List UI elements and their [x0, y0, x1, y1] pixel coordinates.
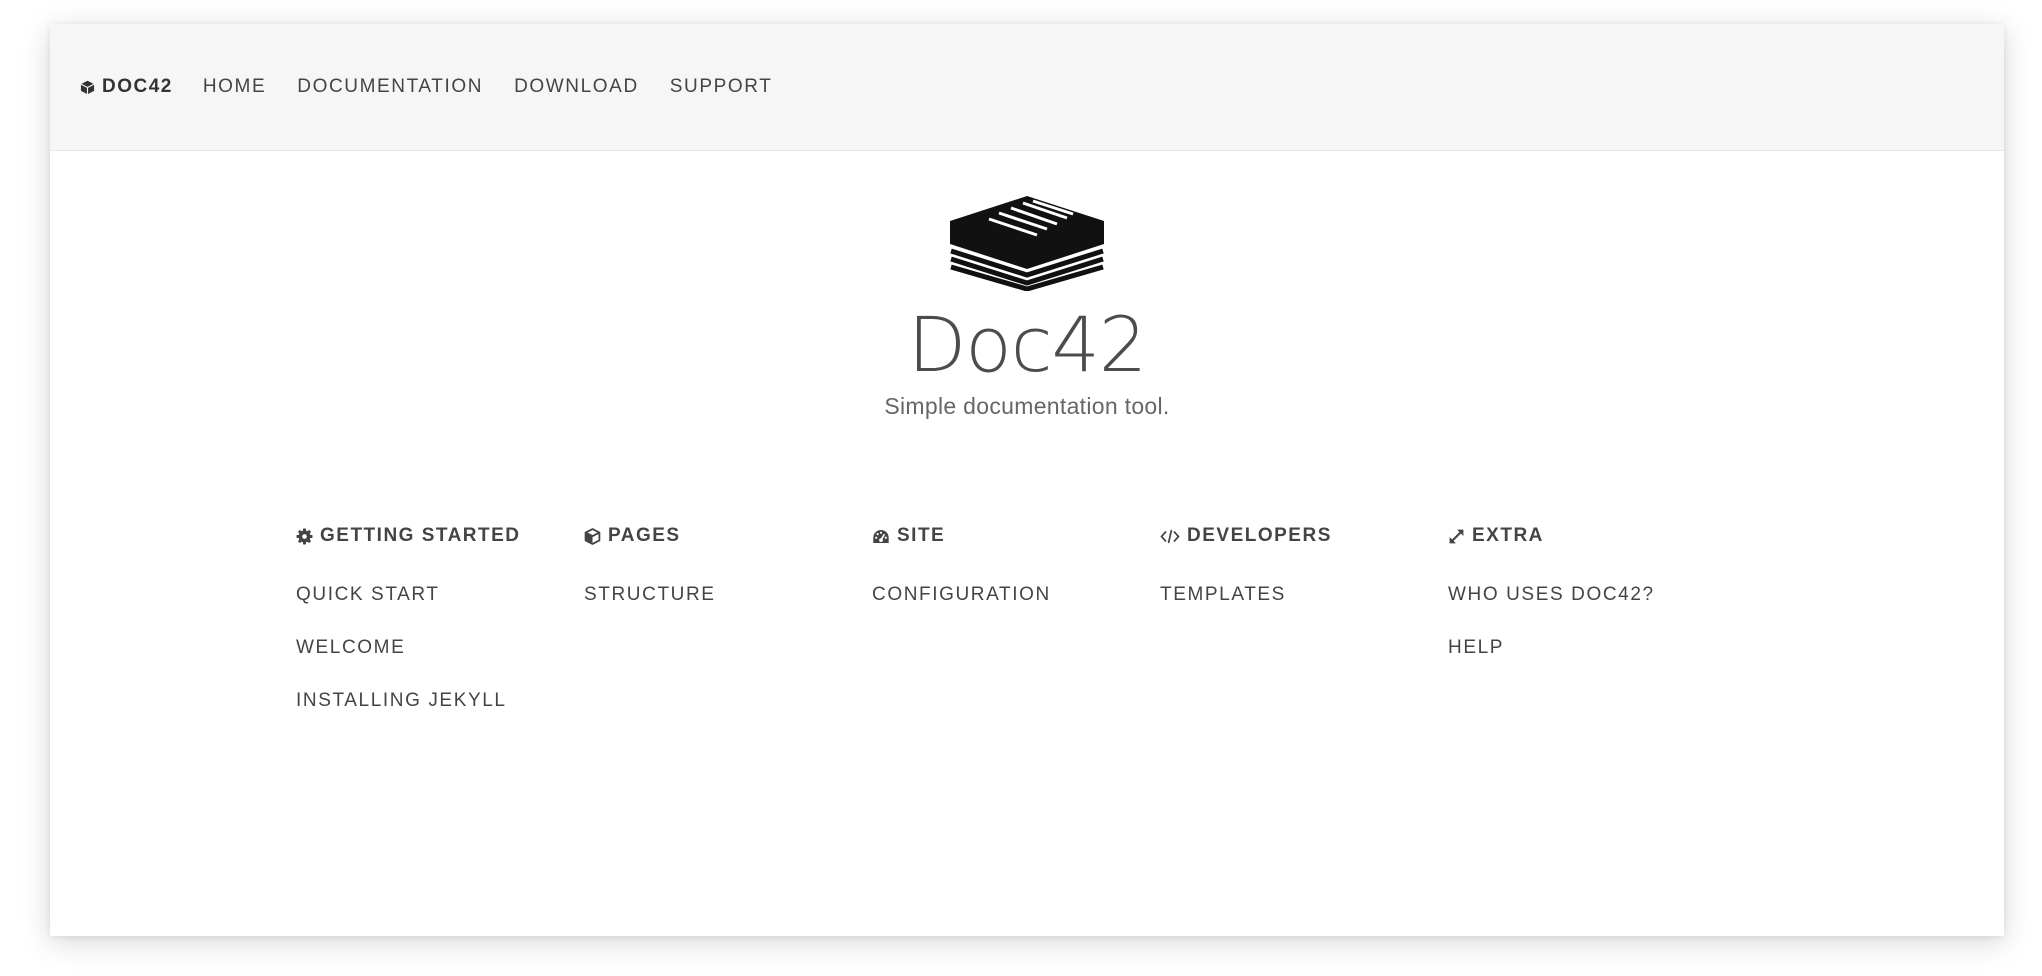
- link-structure[interactable]: STRUCTURE: [584, 584, 872, 608]
- section-extra: EXTRA WHO USES DOC42? HELP: [1448, 524, 1736, 743]
- navbar: DOC42 HOME DOCUMENTATION DOWNLOAD SUPPOR…: [50, 24, 2004, 151]
- browser-window: DOC42 HOME DOCUMENTATION DOWNLOAD SUPPOR…: [50, 24, 2004, 936]
- link-help[interactable]: HELP: [1448, 637, 1736, 661]
- cube-icon: [80, 80, 95, 94]
- dashboard-icon: [872, 528, 890, 545]
- page-tagline: Simple documentation tool.: [884, 393, 1170, 419]
- page-title: Doc42: [907, 300, 1148, 389]
- link-templates[interactable]: TEMPLATES: [1160, 584, 1448, 608]
- section-columns: GETTING STARTED QUICK START WELCOME INST…: [296, 524, 1736, 743]
- section-pages: PAGES STRUCTURE: [584, 524, 872, 743]
- link-who-uses-doc42[interactable]: WHO USES DOC42?: [1448, 584, 1736, 608]
- section-getting-started: GETTING STARTED QUICK START WELCOME INST…: [296, 524, 584, 743]
- link-installing-jekyll[interactable]: INSTALLING JEKYLL: [296, 690, 584, 714]
- hero: Doc42 Simple documentation tool.: [50, 195, 2004, 420]
- section-heading: GETTING STARTED: [320, 525, 521, 546]
- nav-documentation[interactable]: DOCUMENTATION: [297, 76, 483, 98]
- nav-support[interactable]: SUPPORT: [670, 76, 773, 98]
- gear-icon: [296, 528, 313, 545]
- docs-stack-logo: [950, 196, 1104, 291]
- nav-download[interactable]: DOWNLOAD: [514, 76, 639, 98]
- link-configuration[interactable]: CONFIGURATION: [872, 584, 1160, 608]
- expand-icon: [1448, 528, 1465, 545]
- section-heading: PAGES: [608, 525, 681, 546]
- section-heading: EXTRA: [1472, 525, 1544, 546]
- section-developers: DEVELOPERS TEMPLATES: [1160, 524, 1448, 743]
- brand-label: DOC42: [102, 76, 173, 97]
- section-heading: DEVELOPERS: [1187, 525, 1332, 546]
- link-quick-start[interactable]: QUICK START: [296, 584, 584, 608]
- cube-icon: [584, 527, 601, 545]
- code-icon: [1160, 528, 1180, 545]
- section-site: SITE CONFIGURATION: [872, 524, 1160, 743]
- nav-home[interactable]: HOME: [203, 76, 266, 98]
- link-welcome[interactable]: WELCOME: [296, 637, 584, 661]
- section-heading: SITE: [897, 525, 946, 546]
- brand-link[interactable]: DOC42: [80, 76, 173, 98]
